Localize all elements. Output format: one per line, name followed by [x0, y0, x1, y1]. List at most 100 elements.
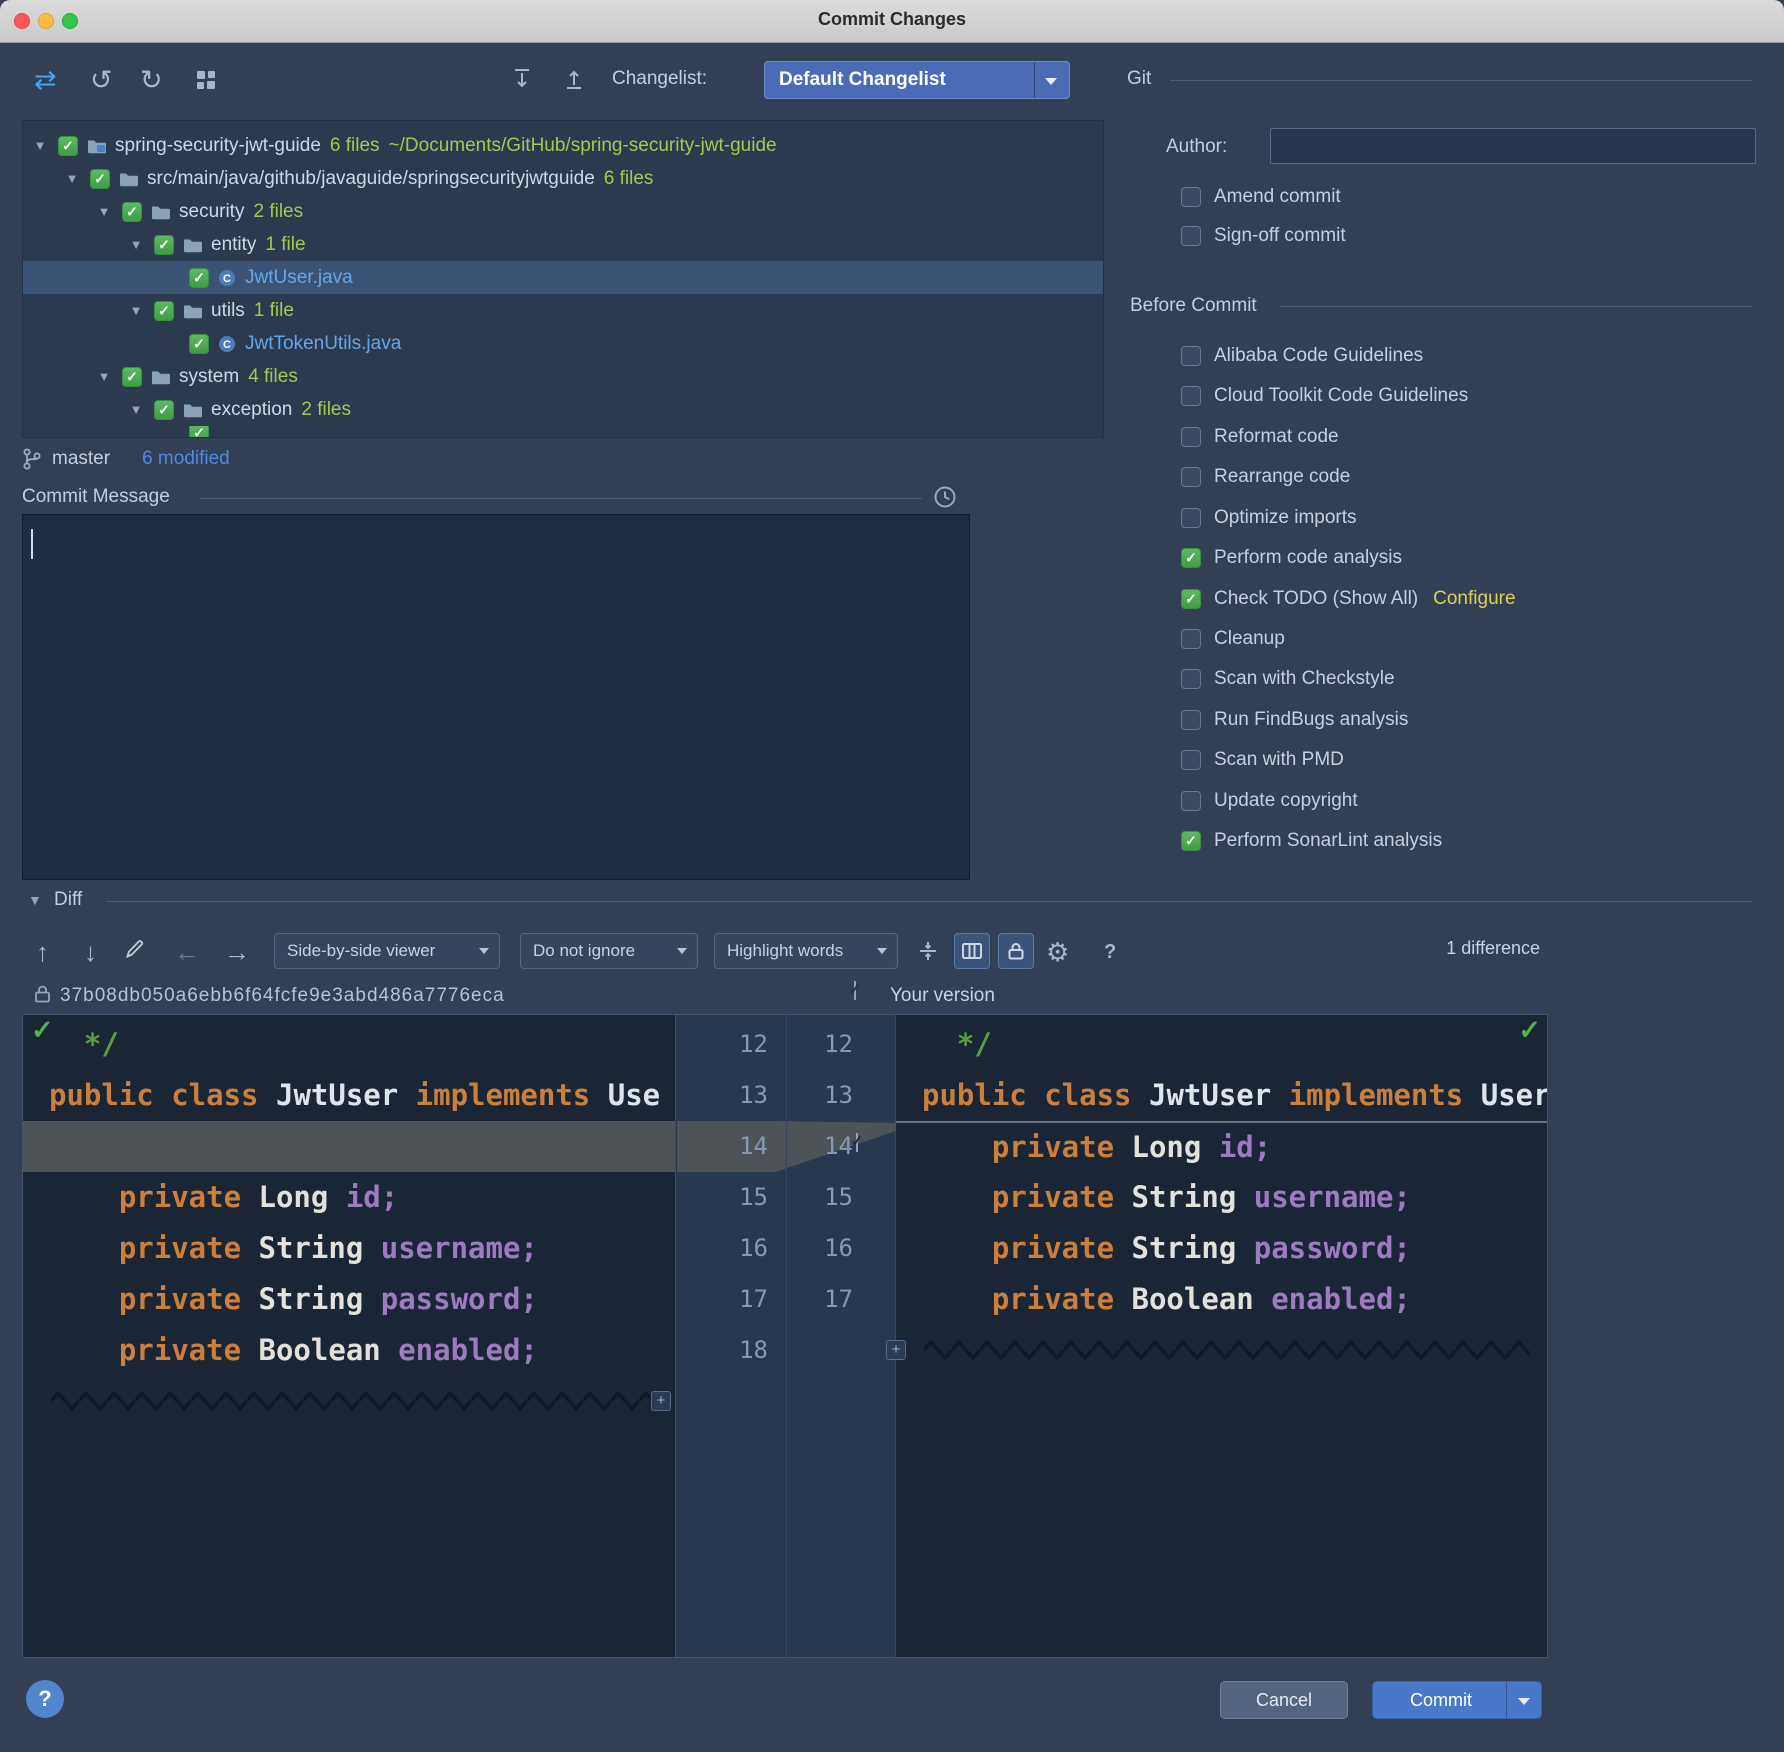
expand-collapsed-icon[interactable]: +: [651, 1391, 671, 1411]
option-sonarlint[interactable]: ✓ Perform SonarLint analysis: [1181, 828, 1442, 854]
modified-files-link[interactable]: 6 modified: [142, 448, 230, 470]
compare-next-icon[interactable]: →: [224, 936, 250, 968]
amend-commit-option[interactable]: Amend commit: [1181, 184, 1341, 210]
checkbox[interactable]: [1181, 669, 1201, 689]
checkbox[interactable]: ✓: [122, 202, 142, 222]
checkbox[interactable]: ✓: [189, 334, 209, 354]
option-reformat[interactable]: Reformat code: [1181, 424, 1339, 450]
tree-item-clipped[interactable]: ✓: [23, 426, 1103, 438]
checkbox[interactable]: [1181, 467, 1201, 487]
checkbox[interactable]: [1181, 750, 1201, 770]
option-pmd[interactable]: Scan with PMD: [1181, 747, 1344, 773]
highlight-policy-dropdown[interactable]: Highlight words: [714, 933, 898, 969]
tree-item-src[interactable]: ▼ ✓ src/main/java/github/javaguide/sprin…: [23, 162, 1103, 195]
option-cloud-toolkit[interactable]: Cloud Toolkit Code Guidelines: [1181, 383, 1468, 409]
changelist-dropdown[interactable]: Default Changelist: [764, 61, 1070, 99]
checkbox[interactable]: [1181, 791, 1201, 811]
checkbox[interactable]: ✓: [1181, 831, 1201, 851]
option-checkstyle[interactable]: Scan with Checkstyle: [1181, 666, 1395, 692]
commit-options-arrow[interactable]: [1506, 1682, 1541, 1718]
tree-item-jwttokenutils[interactable]: ✓ C JwtTokenUtils.java: [23, 327, 1103, 360]
option-alibaba[interactable]: Alibaba Code Guidelines: [1181, 343, 1423, 369]
refresh-icon[interactable]: ↻: [140, 64, 163, 96]
changelist-dropdown-arrow[interactable]: [1034, 62, 1069, 98]
checkbox[interactable]: [1181, 226, 1201, 246]
checkbox[interactable]: [1181, 508, 1201, 528]
checkbox[interactable]: ✓: [1181, 548, 1201, 568]
collapse-unchanged-icon[interactable]: [910, 933, 946, 969]
checkbox[interactable]: [1181, 710, 1201, 730]
author-input[interactable]: [1270, 128, 1756, 164]
tree-item-security[interactable]: ▼ ✓ security 2 files: [23, 195, 1103, 228]
code-line: private String password;: [896, 1223, 1547, 1274]
group-by-icon[interactable]: [196, 70, 216, 90]
checkbox[interactable]: [1181, 346, 1201, 366]
collapse-all-icon[interactable]: [562, 67, 586, 91]
option-cleanup[interactable]: Cleanup: [1181, 626, 1285, 652]
checkbox[interactable]: ✓: [122, 367, 142, 387]
code-line: private String username;: [896, 1172, 1547, 1223]
signoff-commit-option[interactable]: Sign-off commit: [1181, 223, 1346, 249]
chevron-expanded-icon[interactable]: ▼: [63, 171, 81, 186]
chevron-expanded-icon[interactable]: ▼: [95, 369, 113, 384]
checkbox[interactable]: ✓: [154, 400, 174, 420]
cancel-button[interactable]: Cancel: [1220, 1681, 1348, 1719]
show-diff-icon[interactable]: ⇄: [34, 64, 57, 96]
include-change-checkbox[interactable]: ✓: [856, 1133, 858, 1152]
checkbox[interactable]: [1181, 386, 1201, 406]
your-version-checkbox[interactable]: ✓: [854, 981, 856, 1000]
configure-link[interactable]: Configure: [1433, 588, 1515, 610]
option-findbugs[interactable]: Run FindBugs analysis: [1181, 707, 1408, 733]
checkbox[interactable]: ✓: [189, 268, 209, 288]
tree-item-exception[interactable]: ▼ ✓ exception 2 files: [23, 393, 1103, 426]
tree-item-project[interactable]: ▼ ✓ spring-security-jwt-guide 6 files ~/…: [23, 129, 1103, 162]
chevron-expanded-icon[interactable]: ▼: [95, 204, 113, 219]
compare-previous-icon[interactable]: ←: [174, 936, 200, 968]
diff-settings-gear-icon[interactable]: ⚙: [1046, 936, 1069, 968]
checkbox[interactable]: ✓: [154, 235, 174, 255]
option-code-analysis[interactable]: ✓ Perform code analysis: [1181, 545, 1402, 571]
no-problems-check-icon: ✓: [31, 1017, 54, 1044]
checkbox[interactable]: ✓: [154, 301, 174, 321]
option-check-todo[interactable]: ✓ Check TODO (Show All) Configure: [1181, 586, 1516, 612]
viewer-mode-dropdown[interactable]: Side-by-side viewer: [274, 933, 500, 969]
checkbox[interactable]: [1181, 629, 1201, 649]
tree-item-label: system: [179, 366, 239, 388]
tree-item-jwtuser-selected[interactable]: ✓ C JwtUser.java: [23, 261, 1103, 294]
edit-source-icon[interactable]: [124, 938, 146, 960]
checkbox[interactable]: ✓: [189, 426, 209, 438]
chevron-expanded-icon[interactable]: ▼: [127, 402, 145, 417]
checkbox[interactable]: [1181, 187, 1201, 207]
tree-item-utils[interactable]: ▼ ✓ utils 1 file: [23, 294, 1103, 327]
chevron-expanded-icon[interactable]: ▼: [127, 237, 145, 252]
checkbox[interactable]: ✓: [58, 136, 78, 156]
checkbox[interactable]: ✓: [1181, 589, 1201, 609]
checkbox[interactable]: [1181, 427, 1201, 447]
sync-scrolling-icon[interactable]: [954, 933, 990, 969]
option-update-copyright[interactable]: Update copyright: [1181, 788, 1358, 814]
diff-left-pane[interactable]: */ public class JwtUser implements Use p…: [23, 1015, 675, 1657]
checkbox[interactable]: ✓: [90, 169, 110, 189]
diff-right-pane[interactable]: */ public class JwtUser implements UserD…: [896, 1015, 1547, 1657]
option-optimize-imports[interactable]: Optimize imports: [1181, 505, 1357, 531]
commit-message-input[interactable]: [22, 514, 970, 880]
message-history-icon[interactable]: [932, 484, 958, 510]
tree-item-path: ~/Documents/GitHub/spring-security-jwt-g…: [389, 135, 777, 157]
option-rearrange[interactable]: Rearrange code: [1181, 464, 1350, 490]
read-only-lock-icon[interactable]: [998, 933, 1034, 969]
expand-all-icon[interactable]: [510, 67, 534, 91]
help-button[interactable]: ?: [26, 1680, 64, 1718]
tree-item-entity[interactable]: ▼ ✓ entity 1 file: [23, 228, 1103, 261]
next-difference-icon[interactable]: ↓: [84, 936, 97, 968]
chevron-expanded-icon[interactable]: ▼: [127, 303, 145, 318]
previous-difference-icon[interactable]: ↑: [36, 936, 49, 968]
commit-button[interactable]: Commit: [1372, 1681, 1542, 1719]
before-commit-line: [1280, 306, 1752, 307]
ignore-policy-dropdown[interactable]: Do not ignore: [520, 933, 698, 969]
tree-item-label: utils: [211, 300, 245, 322]
chevron-expanded-icon[interactable]: ▼: [31, 138, 49, 153]
diff-help-icon[interactable]: ?: [1104, 936, 1116, 968]
revert-icon[interactable]: ↺: [90, 64, 113, 96]
diff-collapse-chevron[interactable]: ▼: [28, 892, 42, 908]
tree-item-system[interactable]: ▼ ✓ system 4 files: [23, 360, 1103, 393]
